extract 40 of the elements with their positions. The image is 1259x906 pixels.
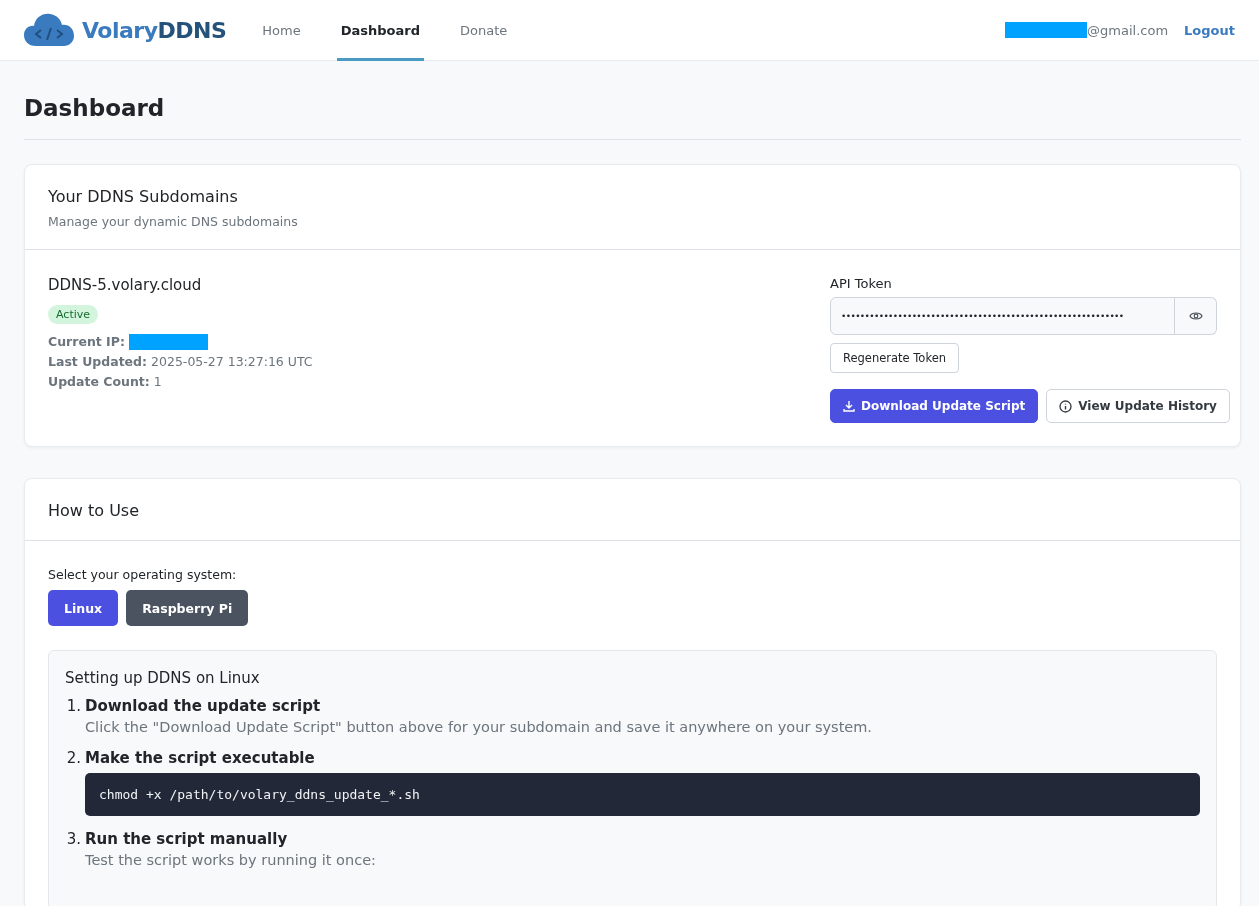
os-option-button[interactable]: Linux [48,590,119,626]
step-title: Run the script manually [85,830,289,848]
detail-label: Current IP: [48,333,125,351]
step-title: Make the script executable [85,749,316,767]
detail-label: Last Updated: [48,353,148,371]
detail-value: 2025-05-27 13:27:16 UTC [151,353,313,371]
status-badge: Active [48,305,99,324]
os-prompt: Select your operating system: [48,567,238,582]
step-number: 1. [65,697,81,717]
download-script-button[interactable]: Download Update Script [830,389,1039,423]
user-email: @gmail.com [1087,22,1169,38]
card-title: How to Use [48,501,141,520]
detail-label: Update Count: [48,373,150,391]
os-option-button[interactable]: Raspberry Pi [126,590,249,626]
subdomain-name: DDNS-5.volary.cloud [48,276,203,294]
step-title: Download the update script [85,697,322,715]
detail-value: 1 [153,373,162,391]
logout-link[interactable]: Logout [1184,22,1235,38]
page-title: Dashboard [24,61,1241,140]
guide-title: Setting up DDNS on Linux [65,669,261,687]
regenerate-token-button[interactable]: Regenerate Token [830,343,960,373]
step-text: Click the "Download Update Script" button above for your subdomain and save it anywhere on your system. [85,719,873,735]
view-history-button[interactable]: View Update History [1046,389,1230,423]
card-subtitle: Manage your dynamic DNS subdomains [48,214,299,229]
nav-link[interactable]: Donate [456,0,512,61]
token-field[interactable]: •••••••••••••••••••••••••••••••••••••••••••••••••••••••••••• [830,297,1175,335]
nav-link[interactable]: Home [258,0,305,61]
download-icon [843,400,855,412]
step-number: 3. [65,830,81,850]
info-icon [1059,399,1073,413]
code-block: chmod +x /path/to/volary_ddns_update_*.sh [85,773,1200,816]
nav-link[interactable]: Dashboard [336,0,424,61]
card-title: Your DDNS Subdomains [48,187,239,206]
cloud-code-logo-icon [24,13,74,47]
token-label: API Token [830,276,892,291]
show-token-button[interactable] [1175,297,1217,335]
eye-icon [1188,311,1203,321]
step-number: 2. [65,749,81,769]
step-text: Test the script works by running it once: [85,852,377,868]
brand-name[interactable]: VolaryDDNS [82,17,227,43]
